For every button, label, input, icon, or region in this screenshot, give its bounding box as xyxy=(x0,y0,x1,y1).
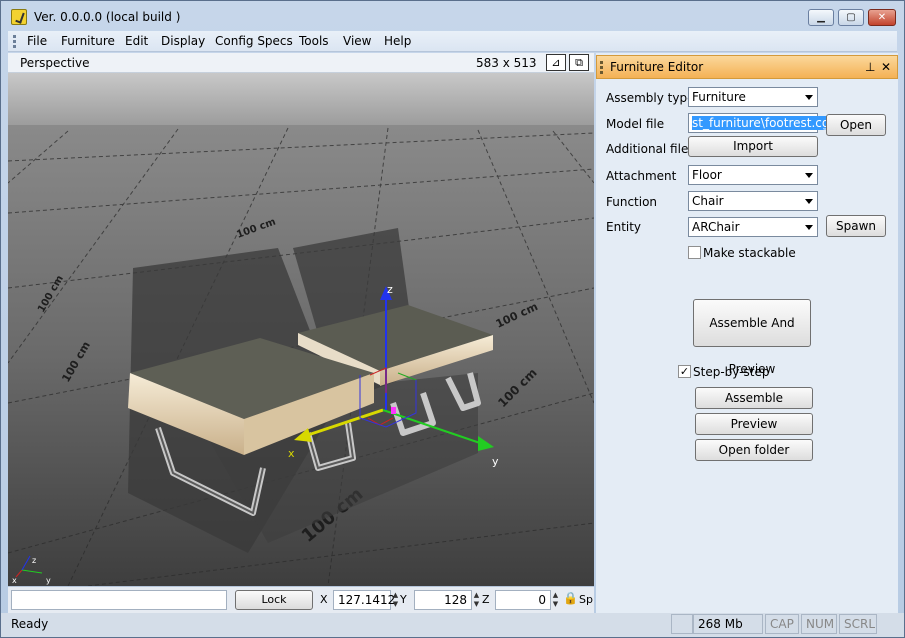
import-button[interactable]: Import xyxy=(688,136,818,157)
status-bar: Ready 268 Mb CAP NUM SCRL xyxy=(1,613,904,637)
model-file-input[interactable]: st_furniture\footrest.cgf xyxy=(688,113,834,133)
furniture-editor-panel: Furniture Editor ⊥ ✕ Assembly type Furni… xyxy=(596,53,898,613)
memory-indicator: 268 Mb xyxy=(693,614,763,634)
x-label: X xyxy=(320,593,328,606)
panel-close-icon[interactable]: ✕ xyxy=(881,60,891,74)
app-window: Ver. 0.0.0.0 (local build ) ▁ ▢ ✕ File F… xyxy=(0,0,905,638)
z-spinner-icon[interactable]: ▲ ▼ xyxy=(551,591,560,609)
close-button[interactable]: ✕ xyxy=(868,9,896,26)
app-icon xyxy=(11,9,27,25)
assemble-and-preview-button[interactable]: Assemble And Preview xyxy=(693,299,811,376)
num-lock-indicator: NUM xyxy=(801,614,837,634)
menu-view[interactable]: View xyxy=(343,34,371,48)
menu-display[interactable]: Display xyxy=(161,34,205,48)
title-bar: Ver. 0.0.0.0 (local build ) ▁ ▢ ✕ xyxy=(1,1,904,31)
viewport-header: Perspective 583 x 513 ⊿ ⧉ xyxy=(8,53,594,73)
status-empty-cell xyxy=(671,614,693,634)
spawn-button[interactable]: Spawn xyxy=(826,215,886,237)
chevron-down-icon xyxy=(805,199,813,204)
viewport-3d[interactable]: 100 cm 100 cm 100 cm 100 cm 100 cm 100 c… xyxy=(8,73,594,586)
lock-selection-button[interactable]: Lock Selection xyxy=(235,590,313,624)
attachment-value: Floor xyxy=(692,168,722,182)
panel-title: Furniture Editor xyxy=(610,60,704,74)
make-stackable-checkbox[interactable] xyxy=(688,246,701,259)
panel-grip-icon[interactable] xyxy=(600,61,603,74)
entity-select[interactable]: ARChair xyxy=(688,217,818,237)
menu-help[interactable]: Help xyxy=(384,34,411,48)
corner-axis-y: y xyxy=(46,576,51,585)
caps-lock-indicator: CAP xyxy=(765,614,799,634)
assembly-type-select[interactable]: Furniture xyxy=(688,87,818,107)
menu-furniture[interactable]: Furniture xyxy=(61,34,115,48)
minimize-button[interactable]: ▁ xyxy=(808,9,834,26)
model-file-value: st_furniture\footrest.cgf xyxy=(692,116,834,130)
chevron-down-icon xyxy=(805,173,813,178)
menu-config-specs[interactable]: Config Specs xyxy=(215,34,293,48)
attachment-label: Attachment xyxy=(606,169,677,183)
menu-bar: File Furniture Edit Display Config Specs… xyxy=(8,31,897,52)
scene-render: 100 cm 100 cm 100 cm 100 cm 100 cm 100 c… xyxy=(8,73,594,586)
additional-files-label: Additional files xyxy=(606,142,695,156)
step-by-step-checkbox[interactable]: ✓ xyxy=(678,365,691,378)
entity-value: ARChair xyxy=(692,220,740,234)
preview-button[interactable]: Preview xyxy=(695,413,813,435)
function-value: Chair xyxy=(692,194,724,208)
chevron-down-icon xyxy=(805,95,813,100)
assembly-type-label: Assembly type xyxy=(606,91,695,105)
step-by-step-label: Step-by-step xyxy=(693,365,770,379)
pin-icon[interactable]: ⊥ xyxy=(865,60,875,74)
z-coordinate-input[interactable]: 0 xyxy=(495,590,551,610)
viewport-title: Perspective xyxy=(20,56,90,70)
y-spinner-icon[interactable]: ▲ ▼ xyxy=(472,591,481,609)
gizmo-z-label: z xyxy=(387,283,393,296)
open-button[interactable]: Open xyxy=(826,114,886,136)
gizmo-x-label: x xyxy=(288,447,295,460)
entity-label: Entity xyxy=(606,220,642,234)
viewport-restore-icon[interactable]: ⧉ xyxy=(569,54,589,71)
corner-axis-z: z xyxy=(32,556,36,565)
corner-axis-x: x xyxy=(12,576,17,585)
function-label: Function xyxy=(606,195,658,209)
window-title: Ver. 0.0.0.0 (local build ) xyxy=(34,10,181,24)
assemble-button[interactable]: Assemble xyxy=(695,387,813,409)
model-file-label: Model file xyxy=(606,117,665,131)
coordinates-toolbar: Lock Selection X 127.1412 ▲▼ Y 128 ▲▼ Z … xyxy=(8,586,594,624)
x-coordinate-input[interactable]: 127.1412 xyxy=(333,590,395,610)
x-spinner-icon[interactable]: ▲ ▼ xyxy=(391,591,400,609)
make-stackable-label: Make stackable xyxy=(703,246,796,260)
speed-label: Sp xyxy=(579,593,593,606)
assembly-type-value: Furniture xyxy=(692,90,746,104)
y-label: Y xyxy=(400,593,407,606)
maximize-button[interactable]: ▢ xyxy=(838,9,864,26)
viewport-size: 583 x 513 xyxy=(476,56,537,70)
menu-grip-icon[interactable] xyxy=(13,35,16,48)
command-input[interactable] xyxy=(11,590,227,610)
menu-file[interactable]: File xyxy=(27,34,47,48)
status-text: Ready xyxy=(11,617,49,631)
gizmo-y-label: y xyxy=(492,455,499,468)
z-label: Z xyxy=(482,593,490,606)
menu-edit[interactable]: Edit xyxy=(125,34,148,48)
attachment-select[interactable]: Floor xyxy=(688,165,818,185)
scroll-lock-indicator: SCRL xyxy=(839,614,877,634)
y-coordinate-input[interactable]: 128 xyxy=(414,590,472,610)
viewport-maximize-icon[interactable]: ⊿ xyxy=(546,54,566,71)
panel-header: Furniture Editor ⊥ ✕ xyxy=(596,55,898,79)
lock-icon[interactable]: 🔒 xyxy=(563,591,578,605)
chevron-down-icon xyxy=(805,225,813,230)
open-folder-button[interactable]: Open folder xyxy=(695,439,813,461)
function-select[interactable]: Chair xyxy=(688,191,818,211)
menu-tools[interactable]: Tools xyxy=(299,34,329,48)
